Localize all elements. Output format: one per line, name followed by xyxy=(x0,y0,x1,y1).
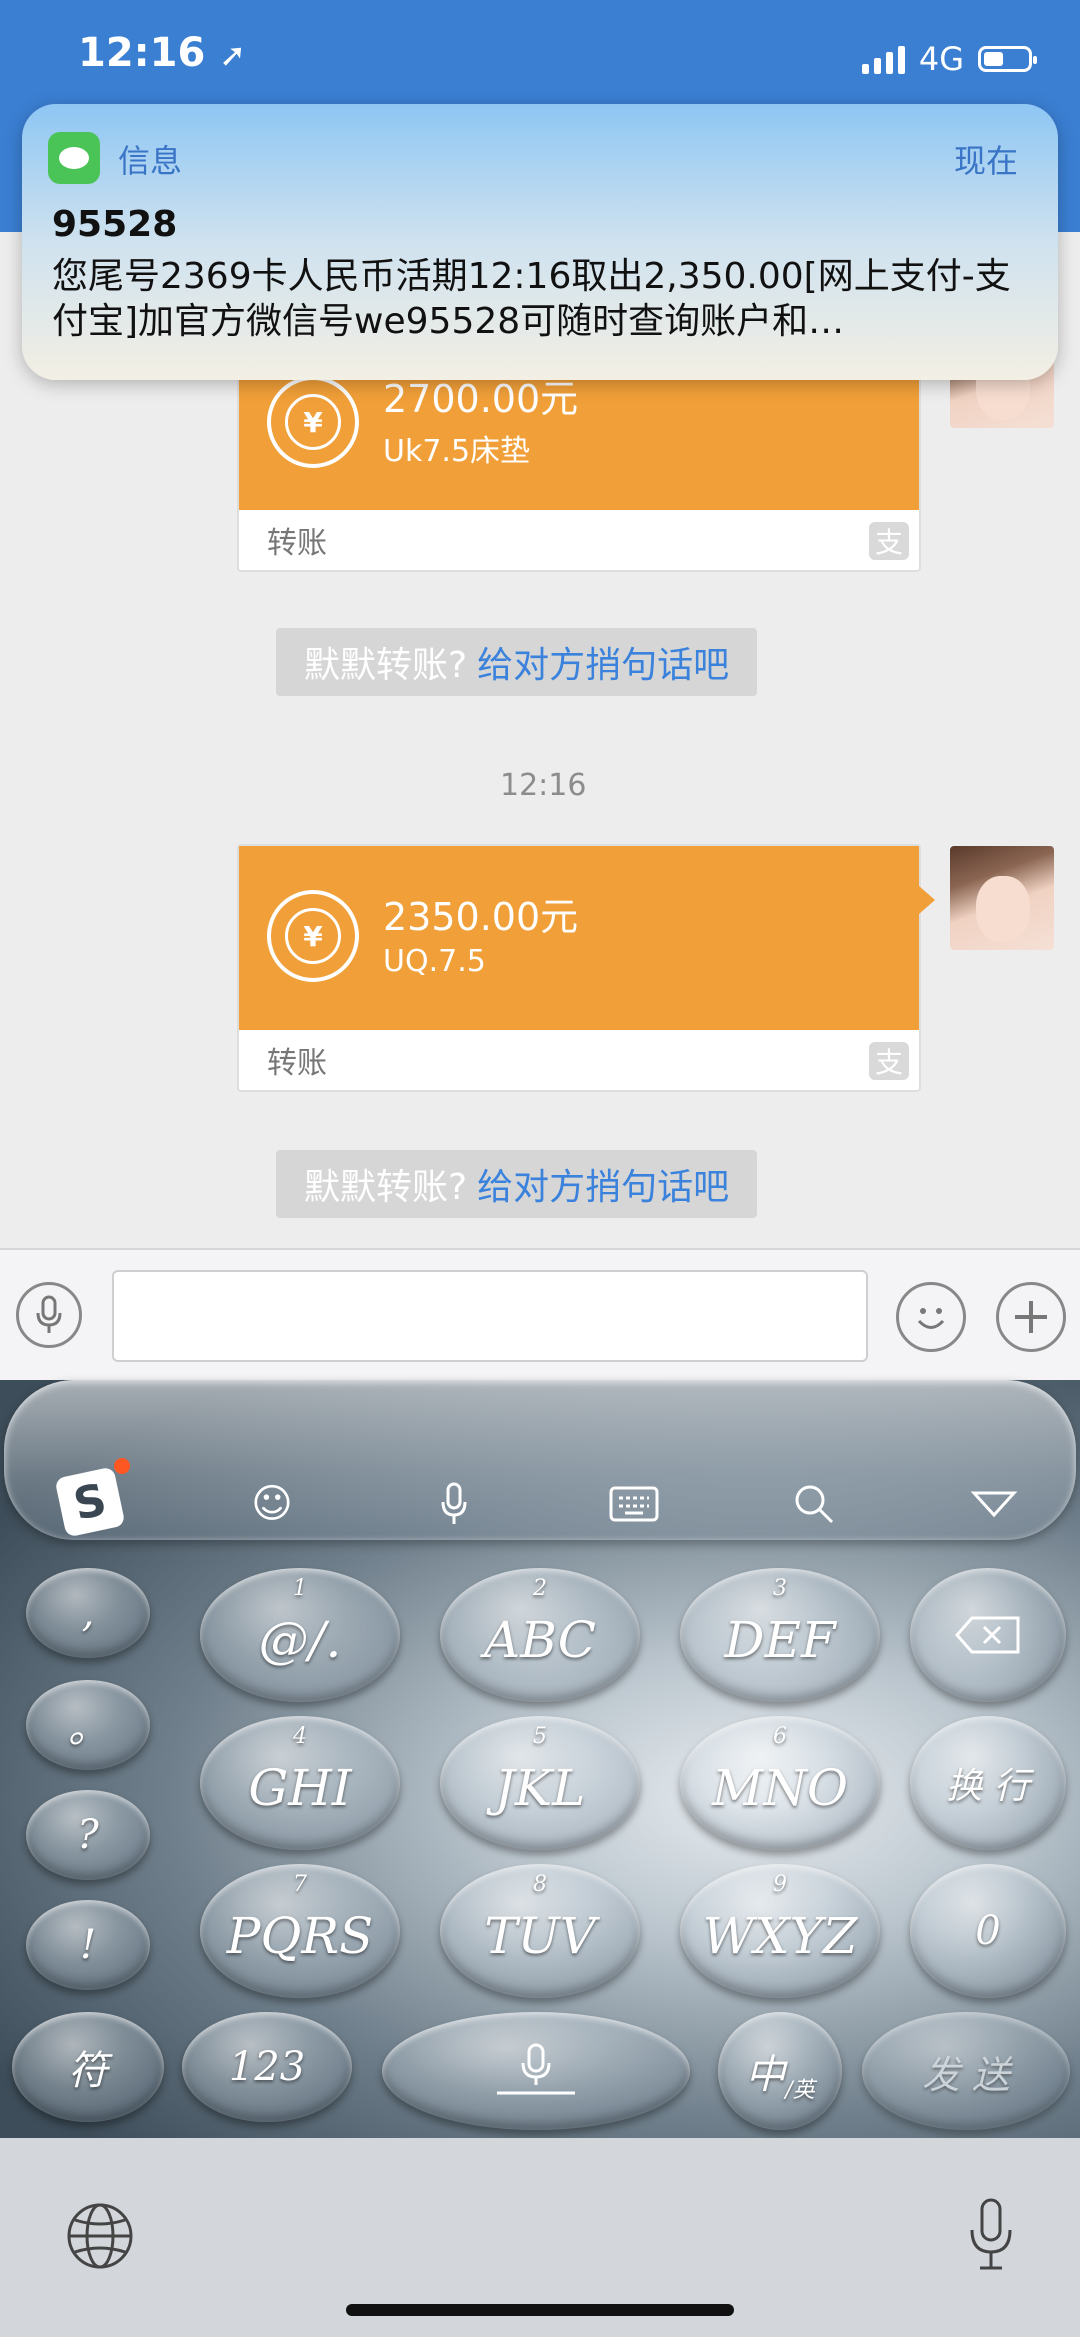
hint-leave-message-link[interactable]: 给对方捎句话吧 xyxy=(477,1158,729,1210)
sogou-logo-icon[interactable]: S xyxy=(54,1466,126,1538)
key-2[interactable]: 2 ABC xyxy=(440,1568,640,1702)
key-0[interactable]: 0 xyxy=(910,1864,1066,1998)
key-6[interactable]: 6 MNO xyxy=(680,1716,880,1850)
transfer-icon: ¥ xyxy=(267,890,359,982)
notification-body: 您尾号2369卡人民币活期12:16取出2,350.00[网上支付-支付宝]加官… xyxy=(52,256,1011,342)
microphone-icon xyxy=(36,1295,62,1333)
bubble-tail xyxy=(919,886,935,914)
transfer-memo: Uk7.5床垫 xyxy=(383,434,531,469)
microphone-icon xyxy=(497,2043,575,2095)
messages-app-icon xyxy=(48,132,100,184)
home-indicator[interactable] xyxy=(346,2304,734,2316)
search-icon[interactable] xyxy=(782,1472,846,1536)
transfer-hint: 默默转账? 给对方捎句话吧 xyxy=(276,1150,758,1218)
voice-input-button[interactable] xyxy=(16,1282,82,1348)
language-switch-key[interactable]: 中/英 xyxy=(718,2012,842,2130)
key-comma[interactable]: , xyxy=(26,1568,150,1658)
sms-notification-banner[interactable]: 信息 现在 95528 您尾号2369卡人民币活期12:16取出2,350.00… xyxy=(22,104,1058,380)
avatar[interactable] xyxy=(950,846,1054,950)
backspace-key[interactable] xyxy=(910,1568,1066,1702)
status-time: 12:16 ➚ xyxy=(78,30,246,76)
transfer-memo: UQ.7.5 xyxy=(383,944,486,979)
key-5[interactable]: 5 JKL xyxy=(440,1716,640,1850)
key-period[interactable]: 。 xyxy=(26,1680,150,1770)
dictation-microphone-icon[interactable] xyxy=(966,2196,1016,2276)
message-text-field[interactable] xyxy=(112,1270,868,1362)
notification-app-name: 信息 xyxy=(118,142,183,180)
newline-key[interactable]: 换 行 xyxy=(910,1716,1066,1850)
alipay-icon: 支 xyxy=(869,522,909,560)
key-question[interactable]: ? xyxy=(26,1790,150,1880)
keyboard-toolbar: S ☺ xyxy=(4,1380,1076,1540)
plus-icon xyxy=(1015,1301,1047,1333)
notification-sender: 95528 xyxy=(52,204,178,245)
keyboard-layout-icon[interactable] xyxy=(602,1472,666,1536)
numbers-key[interactable]: 123 xyxy=(182,2012,352,2122)
key-9[interactable]: 9 WXYZ xyxy=(680,1864,880,1998)
symbols-key[interactable]: 符 xyxy=(12,2012,164,2122)
notification-dot xyxy=(114,1458,130,1474)
cellular-signal-icon xyxy=(861,44,905,74)
hint-grey-text: 默默转账? xyxy=(304,1167,468,1208)
alipay-icon: 支 xyxy=(869,1042,909,1080)
hint-leave-message-link[interactable]: 给对方捎句话吧 xyxy=(477,636,729,688)
smiley-icon xyxy=(917,1308,945,1329)
ime-keyboard: S ☺ , 。 ? ! 1 @/. 2 ABC 3 DEF 4 GHI 5 JKL 6 MN… xyxy=(0,1380,1080,2138)
transfer-amount: 2350.00元 xyxy=(383,895,579,939)
key-exclamation[interactable]: ! xyxy=(26,1900,150,1990)
voice-toolbar-icon[interactable] xyxy=(422,1472,486,1536)
key-7[interactable]: 7 PQRS xyxy=(200,1864,400,1998)
status-time-text: 12:16 xyxy=(78,30,206,76)
backspace-icon xyxy=(954,1616,1020,1654)
hint-grey-text: 默默转账? xyxy=(304,645,468,686)
message-timestamp: 12:16 xyxy=(500,768,587,803)
transfer-hint: 默默转账? 给对方捎句话吧 xyxy=(276,628,758,696)
emoji-toolbar-icon[interactable]: ☺ xyxy=(240,1472,304,1536)
chat-input-bar xyxy=(0,1248,1080,1382)
notification-time: 现在 xyxy=(953,142,1018,180)
send-key[interactable]: 发 送 xyxy=(862,2012,1070,2130)
status-right: 4G xyxy=(861,40,1037,78)
key-3[interactable]: 3 DEF xyxy=(680,1568,880,1702)
key-4[interactable]: 4 GHI xyxy=(200,1716,400,1850)
more-plus-button[interactable] xyxy=(996,1282,1066,1352)
key-8[interactable]: 8 TUV xyxy=(440,1864,640,1998)
space-key[interactable] xyxy=(382,2012,690,2130)
transfer-card[interactable]: ¥ 2350.00元 UQ.7.5 转账 支 xyxy=(237,844,935,1092)
transfer-icon: ¥ xyxy=(267,376,359,468)
network-type: 4G xyxy=(918,40,964,78)
globe-icon[interactable] xyxy=(64,2200,136,2272)
location-arrow-icon: ➚ xyxy=(219,36,247,74)
collapse-keyboard-icon[interactable] xyxy=(962,1472,1026,1536)
key-1[interactable]: 1 @/. xyxy=(200,1568,400,1702)
transfer-footer-label: 转账 xyxy=(267,526,327,561)
transfer-footer-label: 转账 xyxy=(267,1046,327,1081)
battery-icon xyxy=(978,46,1037,72)
emoji-button[interactable] xyxy=(896,1282,966,1352)
